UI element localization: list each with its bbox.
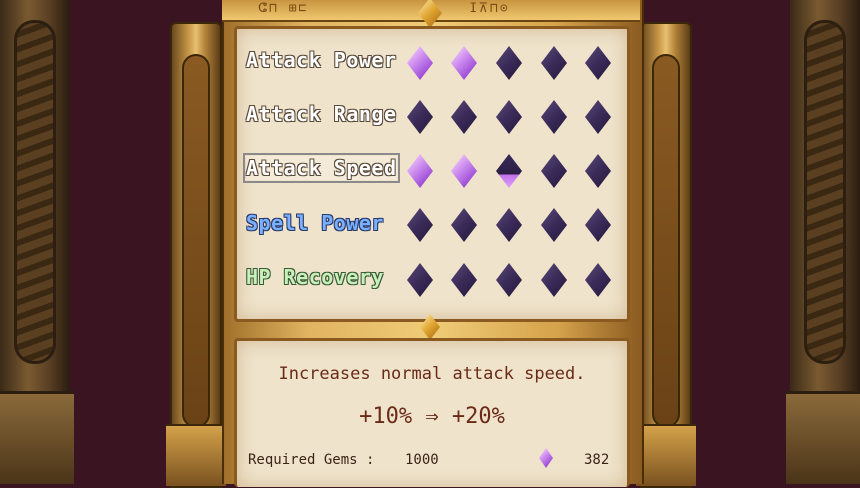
stat-label-spell-power[interactable]: Spell Power <box>246 211 384 235</box>
required-gems-value: 1000 <box>405 452 439 468</box>
stat-label-attack-speed[interactable]: Attack Speed <box>243 153 400 183</box>
rune-inscription-right: ⵊ⊼⊓⊙ <box>470 1 510 16</box>
stat-label-attack-range[interactable]: Attack Range <box>246 102 397 126</box>
stat-label-attack-power[interactable]: Attack Power <box>246 48 397 72</box>
rune-inscription-left: ⵛ⊓ ⊞⊏ <box>258 1 309 16</box>
required-gems-label: Required Gems : <box>248 452 375 468</box>
ornate-pillar-right <box>636 22 696 488</box>
background-pillar-left <box>0 0 74 484</box>
owned-gems-value: 382 <box>584 452 610 468</box>
stat-change-preview: +10% ⇒ +20% <box>359 404 505 429</box>
background-pillar-right <box>786 0 860 484</box>
stat-description: Increases normal attack speed. <box>278 364 586 384</box>
stat-label-hp-recovery[interactable]: HP Recovery <box>246 265 384 289</box>
ornate-pillar-left <box>166 22 226 488</box>
